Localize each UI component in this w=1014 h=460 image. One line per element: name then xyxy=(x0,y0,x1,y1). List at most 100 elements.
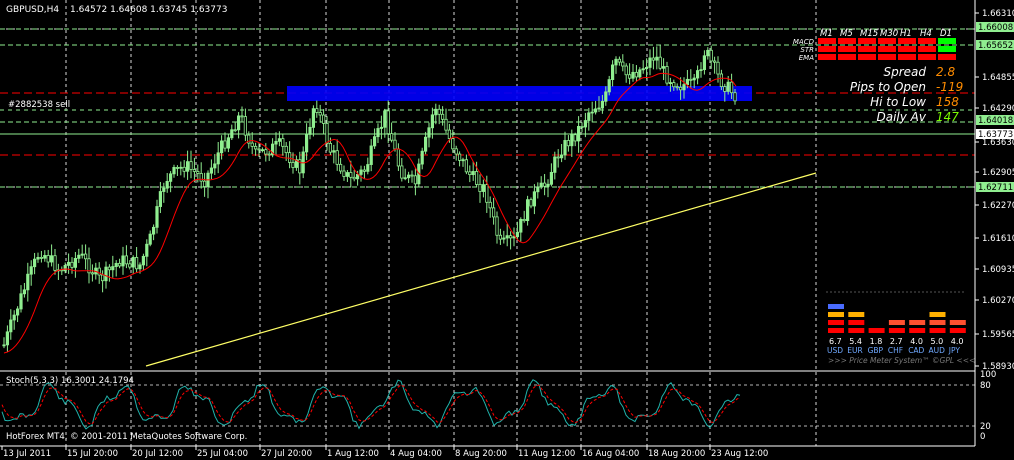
stat-label: Pips to Open xyxy=(850,80,926,94)
price-marker-label: 1.65652 xyxy=(978,41,1013,51)
time-tick-label: 25 Jul 04:00 xyxy=(197,449,248,459)
meter-currency: CHF xyxy=(888,346,903,355)
time-tick-label: 4 Aug 04:00 xyxy=(390,449,442,459)
signal-cell xyxy=(938,38,956,44)
price-tick-label: 1.62270 xyxy=(982,201,1014,211)
signal-cell xyxy=(918,54,936,60)
signal-cell xyxy=(838,38,856,44)
signal-cell xyxy=(858,46,876,52)
stoch-tick-label: 0 xyxy=(980,432,985,442)
meter-currency: USD xyxy=(827,346,843,355)
signal-cell xyxy=(878,38,896,44)
price-tick-label: 1.66310 xyxy=(982,9,1014,19)
meter-currency: CAD xyxy=(908,346,924,355)
price-tick-label: 1.60935 xyxy=(982,265,1014,275)
meter-bar xyxy=(909,320,926,325)
meter-bar xyxy=(949,328,966,333)
timeframe-label: D1 xyxy=(940,29,952,39)
stat-label: Spread xyxy=(883,65,926,79)
signal-cell xyxy=(838,54,856,60)
time-tick-label: 15 Jul 20:00 xyxy=(67,449,118,459)
price-marker-label: 1.66008 xyxy=(978,23,1013,33)
timeframe-label: M30 xyxy=(880,29,898,39)
window-title: GBPUSD,H4 xyxy=(6,5,59,15)
price-marker-label: 1.63773 xyxy=(978,130,1013,140)
time-tick-label: 16 Aug 04:00 xyxy=(582,449,639,459)
signal-cell xyxy=(818,54,836,60)
signal-row-label: STR xyxy=(800,46,814,54)
supply-zone[interactable] xyxy=(287,86,752,101)
stat-value: 158 xyxy=(936,95,959,109)
time-tick-label: 11 Aug 12:00 xyxy=(518,449,575,459)
time-tick-label: 18 Aug 20:00 xyxy=(648,449,705,459)
price-marker-label: 1.62711 xyxy=(978,183,1013,193)
meter-bar xyxy=(888,328,905,333)
ohlc-values: 1.64572 1.64608 1.63745 1.63773 xyxy=(70,5,227,15)
signal-cell xyxy=(818,38,836,44)
stat-value: -119 xyxy=(936,80,963,94)
meter-footer: >>> Price Meter System™ ©GPL <<< xyxy=(828,356,975,365)
meter-bar xyxy=(848,312,865,317)
price-tick-label: 1.64290 xyxy=(982,104,1014,114)
stoch-tick-label: 20 xyxy=(980,422,991,432)
price-marker-label: 1.64018 xyxy=(978,116,1013,126)
meter-currency: EUR xyxy=(847,346,862,355)
timeframe-label: M1 xyxy=(820,29,833,39)
signal-cell xyxy=(938,54,956,60)
price-tick-label: 1.62905 xyxy=(982,168,1014,178)
signal-cell xyxy=(878,54,896,60)
meter-currency: JPY xyxy=(948,346,961,355)
meter-value: 5.4 xyxy=(849,337,862,346)
time-tick-label: 27 Jul 20:00 xyxy=(261,449,312,459)
meter-value: 4.0 xyxy=(910,337,923,346)
stat-label: Daily Av xyxy=(877,110,927,124)
meter-bar xyxy=(929,312,946,317)
time-tick-label: 23 Aug 12:00 xyxy=(711,449,768,459)
signal-cell xyxy=(918,46,936,52)
meter-value: 6.7 xyxy=(829,337,842,346)
meter-currency: GBP xyxy=(868,346,884,355)
meter-bar xyxy=(828,328,844,333)
meter-bar xyxy=(868,328,885,333)
stoch-tick-label: 100 xyxy=(980,370,996,380)
signal-cell xyxy=(898,54,916,60)
order-label[interactable]: #2882538 sell xyxy=(8,100,70,110)
signal-cell xyxy=(838,46,856,52)
signal-cell xyxy=(898,46,916,52)
meter-bar xyxy=(848,328,865,333)
signal-cell xyxy=(818,46,836,52)
signal-cell xyxy=(898,38,916,44)
stoch-tick-label: 80 xyxy=(980,381,991,391)
price-tick-label: 1.60270 xyxy=(982,296,1014,306)
meter-bar xyxy=(949,320,966,325)
meter-bar xyxy=(929,328,946,333)
meter-bar xyxy=(888,320,905,325)
meter-currency: AUD xyxy=(929,346,946,355)
signal-cell xyxy=(918,38,936,44)
price-tick-label: 1.64855 xyxy=(982,73,1014,83)
signal-cell xyxy=(858,38,876,44)
stat-value: 147 xyxy=(936,110,959,124)
signal-cell xyxy=(858,54,876,60)
meter-bar xyxy=(848,320,865,325)
meter-bar xyxy=(828,312,844,317)
timeframe-label: H4 xyxy=(920,29,932,39)
chart-window[interactable]: GBPUSD,H4 1.64572 1.64608 1.63745 1.6377… xyxy=(0,0,1014,460)
price-tick-label: 1.61610 xyxy=(982,234,1014,244)
signal-row-label: EMA xyxy=(799,54,814,62)
meter-value: 4.0 xyxy=(951,337,964,346)
time-tick-label: 20 Jul 12:00 xyxy=(132,449,183,459)
meter-value: 2.7 xyxy=(890,337,903,346)
meter-bar xyxy=(828,320,844,325)
time-tick-label: 1 Aug 12:00 xyxy=(327,449,379,459)
meter-bar xyxy=(909,328,926,333)
signal-row-label: MACD xyxy=(793,38,815,46)
price-tick-label: 1.59565 xyxy=(982,330,1014,340)
timeframe-label: M15 xyxy=(860,29,878,39)
timeframe-label: M5 xyxy=(840,29,853,39)
meter-value: 1.8 xyxy=(870,337,883,346)
stat-label: Hi to Low xyxy=(870,95,926,109)
copyright-text: HotForex MT4, © 2001-2011 MetaQuotes Sof… xyxy=(6,432,247,442)
stat-value: 2.8 xyxy=(936,65,955,79)
timeframe-label: H1 xyxy=(900,29,912,39)
